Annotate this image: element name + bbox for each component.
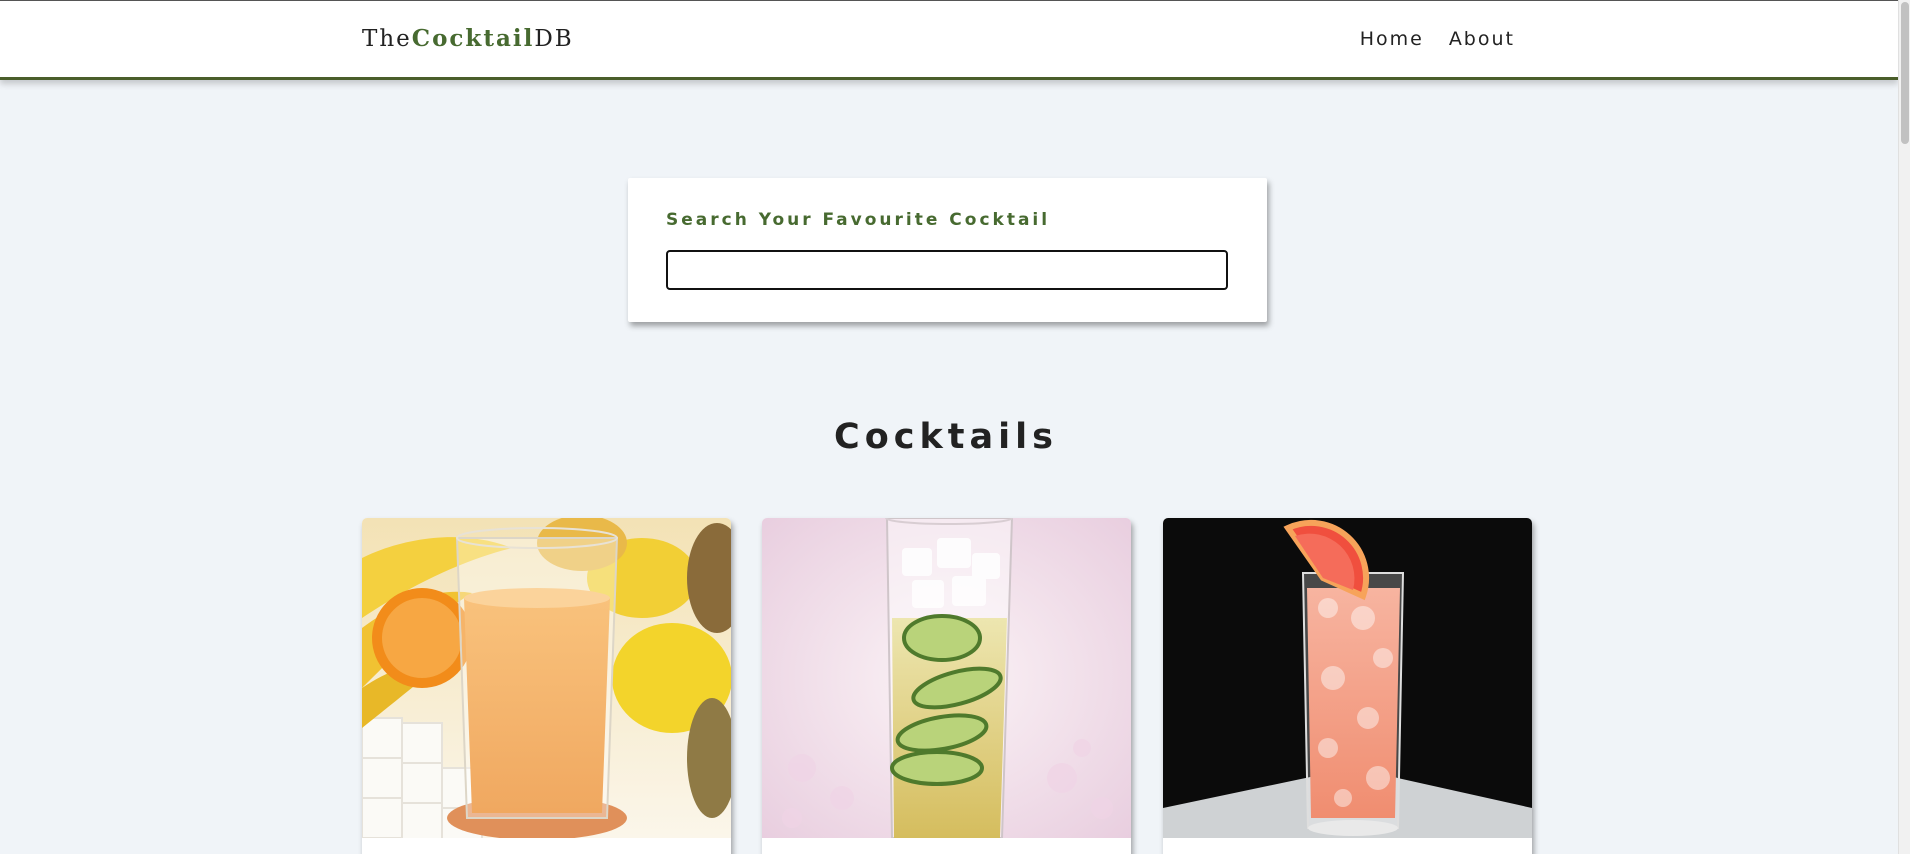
search-label: Search Your Favourite Cocktail [666,210,1051,230]
page: TheCocktailDB Home About Search Your Fav… [0,0,1910,854]
cocktail-image[interactable] [1163,518,1532,838]
cocktail-card[interactable] [762,518,1131,854]
navbar: TheCocktailDB Home About [0,0,1898,80]
cocktail-card[interactable] [362,518,731,854]
nav-links: Home About [1360,28,1515,50]
cocktail-image[interactable] [762,518,1131,838]
logo-suffix: DB [534,26,574,52]
site-logo[interactable]: TheCocktailDB [362,25,574,52]
section-title: Cocktails [834,417,1058,457]
nav-link-about[interactable]: About [1449,28,1515,50]
scrollbar[interactable] [1898,0,1910,854]
search-input[interactable] [666,250,1228,290]
logo-brand: Cocktail [411,25,535,52]
logo-prefix: The [362,26,412,52]
cocktail-image[interactable] [362,518,731,838]
nav-link-home[interactable]: Home [1360,28,1424,50]
cocktail-card[interactable] [1163,518,1532,854]
search-form: Search Your Favourite Cocktail [628,178,1267,322]
scrollbar-thumb[interactable] [1901,2,1909,144]
